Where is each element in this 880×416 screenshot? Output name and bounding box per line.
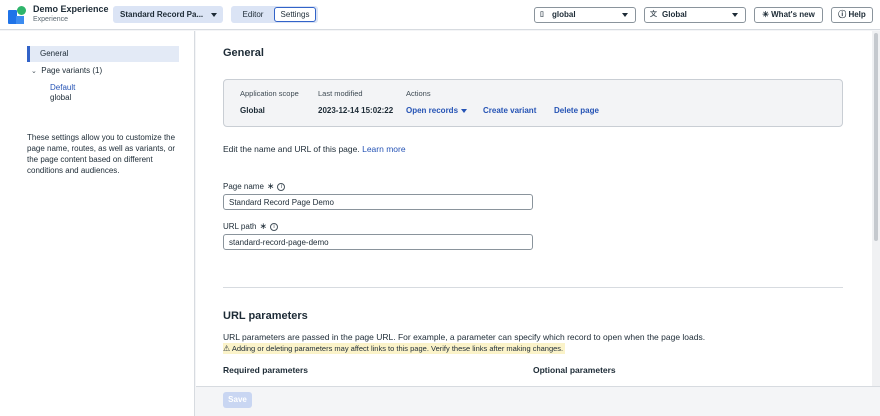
app-title: Demo Experience bbox=[33, 4, 109, 14]
scope-select-label: global bbox=[552, 10, 576, 19]
required-icon: ∗ bbox=[259, 221, 268, 231]
required-icon: ∗ bbox=[266, 181, 275, 191]
language-icon: 文 bbox=[650, 11, 657, 18]
page-select-label: Standard Record Pa... bbox=[120, 10, 204, 19]
section-divider bbox=[223, 287, 843, 288]
edit-description: Edit the name and URL of this page. Lear… bbox=[223, 144, 406, 154]
whats-new-label: What's new bbox=[771, 10, 815, 19]
modified-value: 2023-12-14 15:02:22 bbox=[318, 106, 394, 115]
sidebar-item-label: Page variants (1) bbox=[41, 66, 103, 75]
url-path-label: URL path ∗ i bbox=[223, 221, 279, 232]
optional-parameters-heading: Optional parameters bbox=[533, 365, 616, 375]
chevron-down-icon bbox=[461, 108, 468, 113]
app-logo-icon bbox=[8, 6, 26, 24]
url-parameters-heading: URL parameters bbox=[223, 310, 308, 322]
chevron-down-icon bbox=[622, 13, 628, 17]
general-heading: General bbox=[223, 47, 264, 59]
language-select-label: Global bbox=[662, 10, 687, 19]
url-parameters-warning: ⚠ Adding or deleting parameters may affe… bbox=[223, 343, 566, 354]
top-bar: Demo Experience Experience Standard Reco… bbox=[0, 0, 880, 30]
sidebar-help-text: These settings allow you to customize th… bbox=[27, 133, 176, 175]
variant-scope: global bbox=[50, 93, 72, 102]
sidebar: General ⌄ Page variants (1) Default glob… bbox=[0, 31, 195, 416]
learn-more-link[interactable]: Learn more bbox=[362, 144, 405, 154]
info-icon[interactable]: i bbox=[277, 182, 286, 191]
info-icon[interactable]: i bbox=[270, 222, 279, 231]
warning-icon: ⚠ bbox=[223, 344, 231, 353]
help-icon: ⓘ bbox=[838, 10, 847, 19]
page-name-input[interactable] bbox=[223, 194, 533, 210]
scope-label: Application scope bbox=[240, 89, 299, 98]
save-button[interactable]: Save bbox=[223, 392, 252, 408]
page-summary-card: Application scope Last modified Actions … bbox=[223, 79, 843, 127]
page-name-label-text: Page name bbox=[223, 182, 264, 191]
footer-bar: Save bbox=[196, 386, 880, 416]
help-label: Help bbox=[848, 10, 866, 19]
app-subtitle: Experience bbox=[33, 16, 69, 23]
tab-settings[interactable]: Settings bbox=[274, 7, 316, 22]
url-parameters-description: URL parameters are passed in the page UR… bbox=[223, 332, 706, 342]
language-select[interactable]: 文 Global bbox=[644, 7, 746, 23]
help-button[interactable]: ⓘ Help bbox=[831, 7, 873, 23]
tab-editor[interactable]: Editor bbox=[233, 7, 273, 22]
open-records-button[interactable]: Open records bbox=[406, 106, 468, 115]
sidebar-item-page-variants[interactable]: ⌄ Page variants (1) bbox=[31, 66, 102, 75]
scrollbar-thumb[interactable] bbox=[874, 33, 878, 241]
create-variant-button[interactable]: Create variant bbox=[483, 106, 536, 115]
sparkle-icon: ✳ bbox=[762, 10, 769, 19]
editor-settings-toggle: Editor Settings bbox=[231, 6, 318, 23]
required-parameters-heading: Required parameters bbox=[223, 365, 309, 375]
delete-page-button[interactable]: Delete page bbox=[554, 106, 599, 115]
chevron-down-icon bbox=[732, 13, 738, 17]
whats-new-button[interactable]: ✳ What's new bbox=[754, 7, 823, 23]
modified-label: Last modified bbox=[318, 89, 363, 98]
actions-label: Actions bbox=[406, 89, 431, 98]
page-select[interactable]: Standard Record Pa... bbox=[113, 6, 223, 23]
edit-description-text: Edit the name and URL of this page. bbox=[223, 144, 360, 154]
url-path-input[interactable] bbox=[223, 234, 533, 250]
open-records-label: Open records bbox=[406, 106, 459, 115]
scope-value: Global bbox=[240, 106, 265, 115]
url-path-label-text: URL path bbox=[223, 222, 257, 231]
settings-panel: General Application scope Last modified … bbox=[196, 31, 872, 386]
page-name-label: Page name ∗ i bbox=[223, 181, 286, 192]
sidebar-item-general[interactable]: General bbox=[27, 46, 179, 62]
scope-select[interactable]: ▯ global bbox=[534, 7, 636, 23]
chevron-down-icon[interactable]: ⌄ bbox=[31, 67, 39, 75]
variant-default-link[interactable]: Default bbox=[50, 83, 75, 92]
warning-text: Adding or deleting parameters may affect… bbox=[231, 344, 564, 353]
chevron-down-icon bbox=[211, 13, 217, 17]
scope-icon: ▯ bbox=[540, 11, 544, 18]
